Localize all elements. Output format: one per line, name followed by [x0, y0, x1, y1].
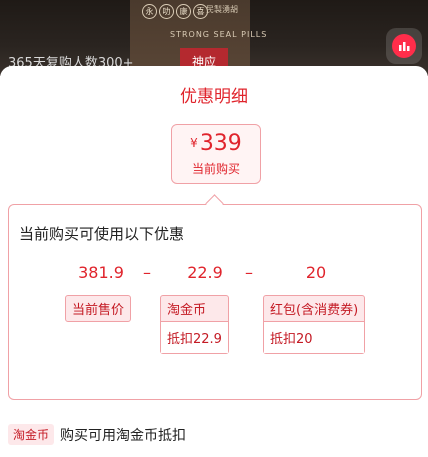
- brand-char: 叻: [159, 4, 174, 19]
- current-price-amount: ¥339: [172, 131, 260, 156]
- coupon-deduction-value: 20: [305, 263, 327, 282]
- currency-symbol: ¥: [190, 136, 198, 150]
- brand-char: 永: [142, 4, 157, 19]
- minus-operator: –: [245, 263, 253, 282]
- original-price-value: 381.9: [78, 263, 124, 282]
- discount-detail-sheet: 优惠明细 ¥339 当前购买 当前购买可使用以下优惠 381.9 – 22.9 …: [0, 66, 428, 457]
- product-image-strip: 永 叻 康 喜 民製湧胡 STRONG SEAL PILLS 神应 365天复购…: [0, 0, 428, 76]
- tag-label: 红包(含消费券): [270, 303, 359, 318]
- current-price-label: 当前购买: [191, 162, 240, 176]
- coin-deduction-value: 22.9: [187, 263, 223, 282]
- original-price-tag: 当前售价: [65, 295, 132, 322]
- tag-sub-label: 抵扣20: [264, 321, 365, 353]
- footer-note: 淘金币 购买可用淘金币抵扣: [8, 424, 186, 445]
- price-value: 339: [199, 131, 242, 156]
- current-price-card: ¥339 当前购买: [171, 124, 261, 184]
- tag-sub-label: 抵扣22.9: [161, 321, 228, 353]
- taojinbi-tag: 淘金币 抵扣22.9: [160, 295, 229, 354]
- minus-operator: –: [143, 263, 151, 282]
- discount-breakdown-box: 当前购买可使用以下优惠 381.9 – 22.9 – 20 当前售价 淘金币 抵…: [8, 204, 422, 400]
- tag-label: 当前售价: [72, 303, 125, 318]
- stats-button[interactable]: [386, 28, 422, 64]
- brand-subtitle: 民製湧胡: [206, 5, 238, 14]
- tag-label: 淘金币: [167, 303, 207, 318]
- footer-text: 购买可用淘金币抵扣: [60, 427, 187, 444]
- breakdown-heading: 当前购买可使用以下优惠: [19, 225, 185, 243]
- brand-english-name: STRONG SEAL PILLS: [170, 30, 268, 39]
- brand-logo: 永 叻 康 喜: [142, 4, 208, 19]
- red-packet-tag: 红包(含消费券) 抵扣20: [263, 295, 366, 354]
- sheet-title: 优惠明细: [180, 87, 248, 107]
- taojinbi-badge: 淘金币: [8, 424, 55, 445]
- brand-char: 康: [176, 4, 191, 19]
- bar-chart-icon: [392, 34, 416, 58]
